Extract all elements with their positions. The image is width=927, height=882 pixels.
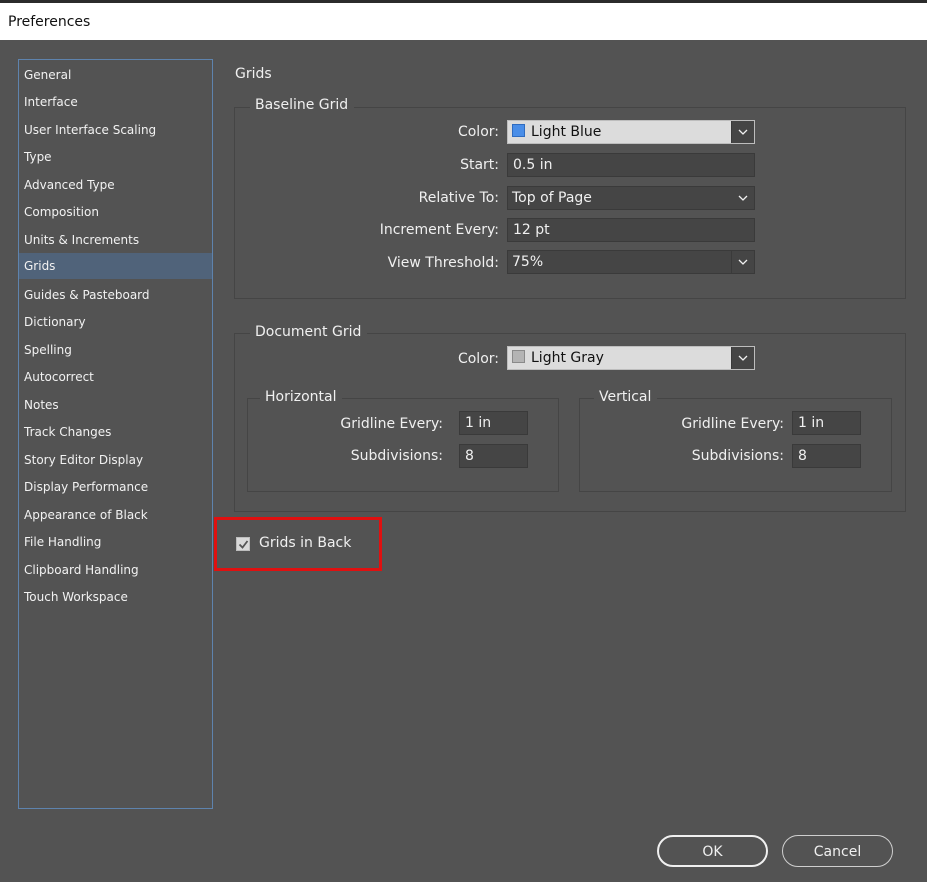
sidebar-item-dictionary[interactable]: Dictionary bbox=[19, 309, 212, 335]
chevron-down-icon[interactable] bbox=[731, 121, 754, 143]
sidebar-item-spelling[interactable]: Spelling bbox=[19, 337, 212, 363]
vertical-subdivisions-input[interactable]: 8 bbox=[792, 444, 861, 468]
document-color-dropdown[interactable]: Light Gray bbox=[507, 346, 755, 370]
horizontal-subdivisions-label: Subdivisions: bbox=[350, 448, 443, 464]
view-threshold-combo[interactable]: 75% bbox=[507, 250, 755, 274]
sidebar-item-general[interactable]: General bbox=[19, 62, 212, 88]
sidebar-item-autocorrect[interactable]: Autocorrect bbox=[19, 364, 212, 390]
sidebar-item-story-editor-display[interactable]: Story Editor Display bbox=[19, 447, 212, 473]
vertical-subdivisions-label: Subdivisions: bbox=[691, 448, 784, 464]
increment-every-label: Increment Every: bbox=[379, 222, 499, 238]
annotation-highlight-box bbox=[214, 517, 382, 571]
sidebar-item-file-handling[interactable]: File Handling bbox=[19, 529, 212, 555]
sidebar-item-track-changes[interactable]: Track Changes bbox=[19, 419, 212, 445]
view-threshold-label: View Threshold: bbox=[387, 255, 499, 271]
baseline-color-dropdown[interactable]: Light Blue bbox=[507, 120, 755, 144]
sidebar-item-grids[interactable]: Grids bbox=[19, 253, 212, 279]
view-threshold-value: 75% bbox=[512, 254, 544, 270]
horizontal-subdivisions-input[interactable]: 8 bbox=[459, 444, 528, 468]
baseline-color-value: Light Blue bbox=[531, 124, 602, 140]
title-bar: Preferences bbox=[0, 3, 927, 40]
window-title: Preferences bbox=[8, 14, 91, 30]
sidebar-item-interface[interactable]: Interface bbox=[19, 89, 212, 115]
relative-to-value: Top of Page bbox=[512, 190, 592, 206]
horizontal-gridline-label: Gridline Every: bbox=[340, 416, 443, 432]
baseline-start-input[interactable]: 0.5 in bbox=[507, 153, 755, 177]
baseline-grid-legend: Baseline Grid bbox=[250, 97, 355, 113]
sidebar-item-user-interface-scaling[interactable]: User Interface Scaling bbox=[19, 117, 212, 143]
baseline-start-label: Start: bbox=[460, 157, 499, 173]
sidebar-item-guides-pasteboard[interactable]: Guides & Pasteboard bbox=[19, 282, 212, 308]
chevron-down-icon[interactable] bbox=[731, 251, 754, 273]
chevron-down-icon[interactable] bbox=[731, 347, 754, 369]
sidebar-item-appearance-of-black[interactable]: Appearance of Black bbox=[19, 502, 212, 528]
horizontal-gridline-input[interactable]: 1 in bbox=[459, 411, 528, 435]
horizontal-legend: Horizontal bbox=[260, 389, 343, 405]
document-grid-legend: Document Grid bbox=[250, 324, 368, 340]
baseline-color-label: Color: bbox=[457, 124, 499, 140]
sidebar-item-notes[interactable]: Notes bbox=[19, 392, 212, 418]
sidebar-item-type[interactable]: Type bbox=[19, 144, 212, 170]
document-color-label: Color: bbox=[457, 351, 499, 367]
cancel-button[interactable]: Cancel bbox=[782, 835, 893, 867]
vertical-gridline-input[interactable]: 1 in bbox=[792, 411, 861, 435]
sidebar-item-touch-workspace[interactable]: Touch Workspace bbox=[19, 584, 212, 610]
vertical-gridline-label: Gridline Every: bbox=[681, 416, 784, 432]
sidebar-item-clipboard-handling[interactable]: Clipboard Handling bbox=[19, 557, 212, 583]
category-list[interactable]: General Interface User Interface Scaling… bbox=[18, 59, 213, 809]
relative-to-dropdown[interactable]: Top of Page bbox=[507, 186, 755, 210]
sidebar-item-composition[interactable]: Composition bbox=[19, 199, 212, 225]
sidebar-item-units-increments[interactable]: Units & Increments bbox=[19, 227, 212, 253]
sidebar-item-advanced-type[interactable]: Advanced Type bbox=[19, 172, 212, 198]
relative-to-label: Relative To: bbox=[418, 190, 499, 206]
panel-title: Grids bbox=[235, 66, 272, 82]
light-blue-swatch-icon bbox=[512, 124, 525, 137]
ok-button[interactable]: OK bbox=[657, 835, 768, 867]
light-gray-swatch-icon bbox=[512, 350, 525, 363]
document-color-value: Light Gray bbox=[531, 350, 604, 366]
vertical-legend: Vertical bbox=[594, 389, 658, 405]
increment-every-input[interactable]: 12 pt bbox=[507, 218, 755, 242]
chevron-down-icon[interactable] bbox=[732, 187, 754, 209]
sidebar-item-display-performance[interactable]: Display Performance bbox=[19, 474, 212, 500]
